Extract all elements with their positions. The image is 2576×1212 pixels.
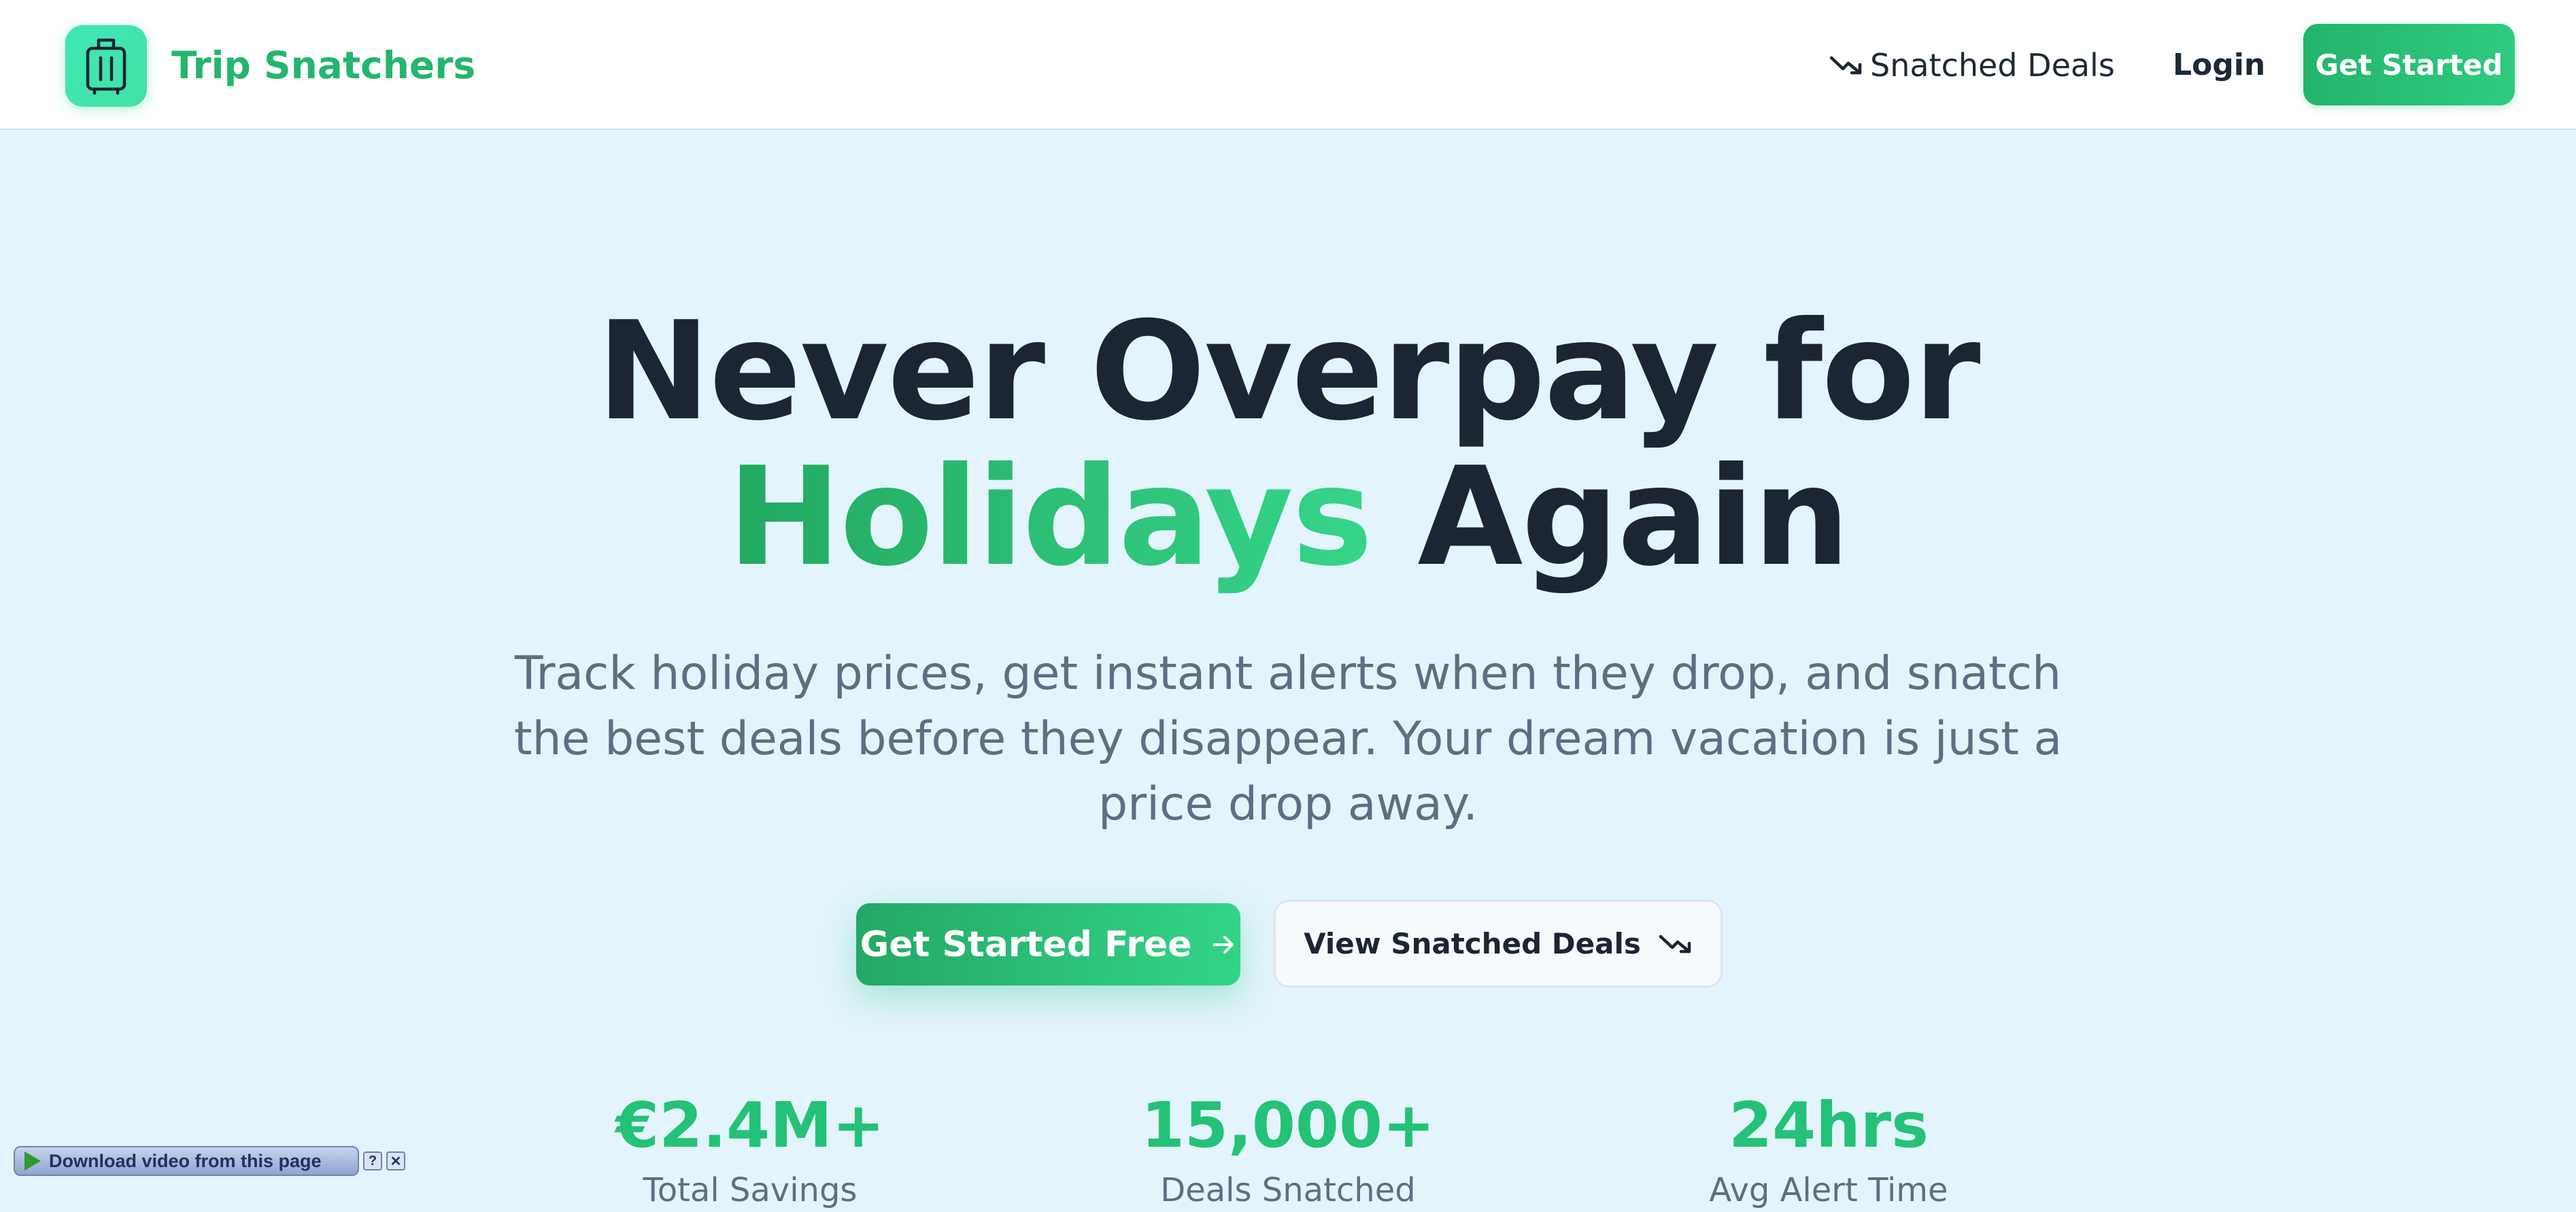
arrow-right-icon — [1213, 935, 1234, 954]
hero-title-accent: Holidays — [727, 438, 1373, 596]
hero-title: Never Overpay for Holidays Again — [0, 299, 2576, 590]
play-icon — [24, 1151, 41, 1171]
close-button[interactable]: ✕ — [386, 1151, 405, 1171]
download-video-button[interactable]: Download video from this page — [14, 1146, 359, 1176]
hero-title-rest: Again — [1371, 438, 1850, 596]
stat-avg-alert-time: 24hrs Avg Alert Time — [1591, 1088, 2067, 1212]
brand-name[interactable]: Trip Snatchers — [171, 41, 475, 90]
hero-subtitle: Track holiday prices, get instant alerts… — [513, 647, 2063, 831]
trending-down-icon — [1829, 56, 1862, 75]
get-started-free-label: Get Started Free — [860, 924, 1192, 965]
stat-total-savings: €2.4M+ Total Savings — [512, 1088, 988, 1212]
download-video-label: Download video from this page — [49, 1150, 322, 1171]
get-started-button[interactable]: Get Started — [2303, 24, 2515, 105]
hero-title-line2: Holidays Again — [0, 445, 2576, 590]
hero-title-line1: Never Overpay for — [596, 292, 1981, 451]
view-snatched-deals-button[interactable]: View Snatched Deals — [1274, 900, 1723, 988]
trending-down-icon — [1659, 935, 1691, 953]
get-started-free-button[interactable]: Get Started Free — [856, 903, 1240, 986]
stat-label: Deals Snatched — [1160, 1171, 1416, 1209]
suitcase-icon — [86, 38, 126, 95]
stat-deals-snatched: 15,000+ Deals Snatched — [1050, 1088, 1526, 1212]
stat-value: 15,000+ — [1140, 1089, 1436, 1162]
nav-snatched-deals[interactable]: Snatched Deals — [1829, 41, 2115, 90]
stat-label: Avg Alert Time — [1709, 1171, 1948, 1209]
logo[interactable] — [65, 25, 147, 107]
view-snatched-deals-label: View Snatched Deals — [1304, 927, 1641, 960]
top-nav: Trip Snatchers Snatched Deals Login Get … — [0, 0, 2576, 130]
stat-value: 24hrs — [1729, 1089, 1929, 1162]
stat-value: €2.4M+ — [615, 1089, 885, 1162]
download-video-bar: Download video from this page ? ✕ — [14, 1145, 405, 1177]
nav-snatched-deals-label: Snatched Deals — [1870, 47, 2115, 84]
help-button[interactable]: ? — [363, 1151, 382, 1171]
login-link[interactable]: Login — [2173, 41, 2265, 90]
stat-label: Total Savings — [643, 1171, 858, 1209]
